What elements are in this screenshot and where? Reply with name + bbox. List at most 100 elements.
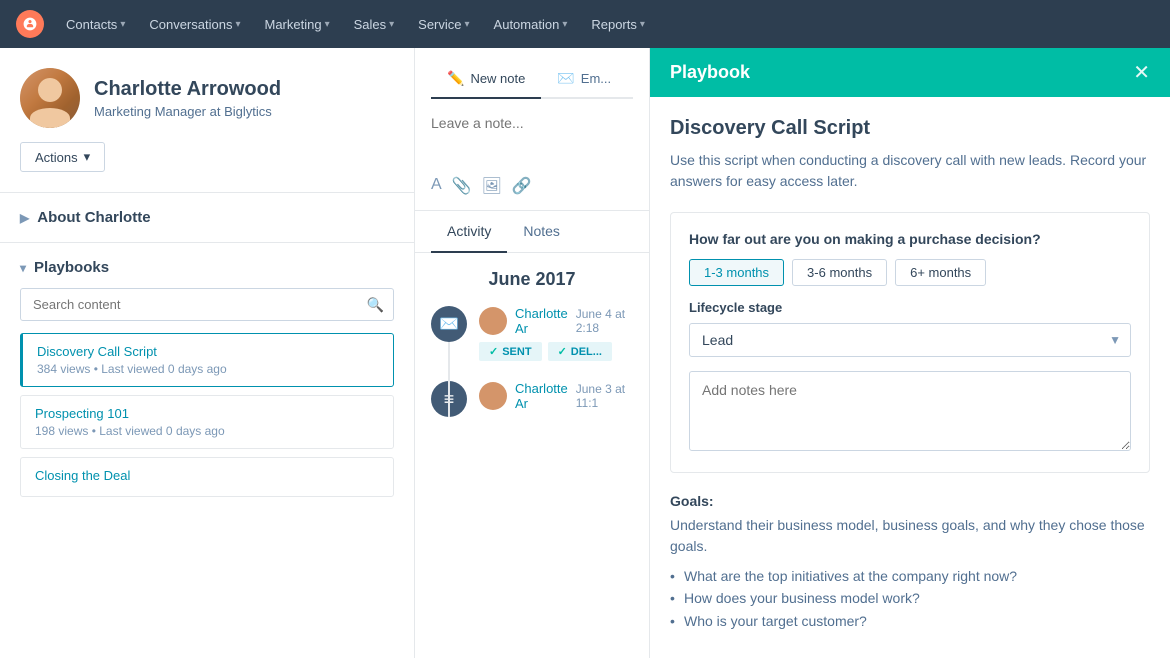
reports-chevron: ▾ [640, 19, 645, 30]
activity-feed: June 2017 ✉️ Charlotte Ar June 4 at 2:18 [415, 253, 649, 658]
contact-title: Marketing Manager at Biglytics [94, 104, 281, 119]
font-icon[interactable]: A [431, 176, 442, 196]
marketing-chevron: ▾ [325, 19, 330, 30]
link-icon[interactable]: 🔗 [512, 176, 532, 196]
option-6-plus-months[interactable]: 6+ months [895, 259, 986, 286]
nav-marketing[interactable]: Marketing ▾ [254, 13, 339, 36]
playbook-item-discovery[interactable]: Discovery Call Script 384 views • Last v… [20, 333, 394, 387]
lifecycle-label: Lifecycle stage [689, 300, 1131, 315]
contact-info: Charlotte Arrowood Marketing Manager at … [20, 68, 281, 128]
close-button[interactable]: ✕ [1133, 63, 1150, 83]
left-sidebar: Charlotte Arrowood Marketing Manager at … [0, 48, 415, 658]
image-icon[interactable]: 🖼 [482, 176, 502, 196]
search-icon: 🔍 [367, 296, 384, 313]
playbooks-section: ▾ Playbooks 🔍 Discovery Call Script 384 … [0, 243, 414, 521]
playbook-panel-title: Playbook [670, 62, 750, 83]
actions-button[interactable]: Actions ▾ [20, 142, 105, 172]
lifecycle-select-wrapper: Lead Marketing Qualified Lead Sales Qual… [689, 323, 1131, 357]
check-icon: ✓ [558, 345, 567, 358]
top-navigation: Contacts ▾ Conversations ▾ Marketing ▾ S… [0, 0, 1170, 48]
tab-new-note[interactable]: ✏️ New note [431, 60, 541, 99]
activity-content: Charlotte Ar June 3 at 11:1 [479, 381, 633, 411]
search-input[interactable] [20, 288, 394, 321]
about-chevron-icon: ▶ [20, 211, 29, 225]
activity-badges: ✓ SENT ✓ DEL... [479, 342, 633, 361]
goals-section: Goals: Understand their business model, … [670, 493, 1150, 632]
playbook-item-prospecting[interactable]: Prospecting 101 198 views • Last viewed … [20, 395, 394, 449]
sales-chevron: ▾ [389, 19, 394, 30]
script-title: Discovery Call Script [670, 117, 1150, 140]
activity-time: June 3 at 11:1 [576, 382, 633, 410]
activity-tabs: Activity Notes [415, 211, 649, 253]
timeline: ✉️ Charlotte Ar June 4 at 2:18 ✓ SENT [431, 306, 633, 417]
playbook-panel-header: Playbook ✕ [650, 48, 1170, 97]
attachment-icon[interactable]: 📎 [452, 176, 472, 196]
about-section[interactable]: ▶ About Charlotte [0, 193, 414, 243]
contacts-chevron: ▾ [120, 19, 125, 30]
actions-chevron-icon: ▾ [84, 149, 91, 165]
avatar [20, 68, 80, 128]
note-toolbar: A 📎 🖼 🔗 [431, 170, 633, 202]
sent-badge: ✓ SENT [479, 342, 542, 361]
pencil-icon: ✏️ [447, 70, 464, 87]
search-box: 🔍 [20, 288, 394, 321]
email-icon: ✉️ [557, 70, 574, 87]
playbook-name: Discovery Call Script [37, 344, 379, 359]
contact-card: Charlotte Arrowood Marketing Manager at … [0, 48, 414, 193]
contact-details: Charlotte Arrowood Marketing Manager at … [94, 78, 281, 119]
playbook-panel-body: Discovery Call Script Use this script wh… [650, 97, 1170, 658]
tab-notes[interactable]: Notes [507, 211, 576, 253]
nav-contacts[interactable]: Contacts ▾ [56, 13, 135, 36]
activity-avatar [479, 382, 507, 410]
note-editor: ✏️ New note ✉️ Em... A 📎 🖼 🔗 [415, 48, 649, 211]
nav-reports[interactable]: Reports ▾ [581, 13, 655, 36]
activity-content: Charlotte Ar June 4 at 2:18 ✓ SENT ✓ DEL… [479, 306, 633, 361]
playbooks-header: ▾ Playbooks [20, 259, 394, 276]
center-panel: ✏️ New note ✉️ Em... A 📎 🖼 🔗 Activity [415, 48, 650, 658]
question-text: How far out are you on making a purchase… [689, 231, 1131, 247]
notes-textarea[interactable] [689, 371, 1131, 451]
nav-service[interactable]: Service ▾ [408, 13, 479, 36]
tab-email[interactable]: ✉️ Em... [541, 60, 627, 99]
option-3-6-months[interactable]: 3-6 months [792, 259, 887, 286]
note-tab-bar: ✏️ New note ✉️ Em... [431, 60, 633, 99]
activity-name[interactable]: Charlotte Ar [515, 306, 568, 336]
goal-item: Who is your target customer? [670, 610, 1150, 632]
playbook-name: Prospecting 101 [35, 406, 379, 421]
activity-item: ✉️ Charlotte Ar June 4 at 2:18 ✓ SENT [431, 306, 633, 361]
note-textarea[interactable] [431, 107, 633, 167]
playbook-panel: Playbook ✕ Discovery Call Script Use thi… [650, 48, 1170, 658]
playbooks-chevron-icon: ▾ [20, 261, 26, 275]
goals-title: Goals: [670, 493, 1150, 509]
script-desc: Use this script when conducting a discov… [670, 150, 1150, 192]
option-1-3-months[interactable]: 1-3 months [689, 259, 784, 286]
activity-avatar [479, 307, 507, 335]
contact-name: Charlotte Arrowood [94, 78, 281, 101]
playbooks-label: Playbooks [34, 259, 109, 276]
activity-time: June 4 at 2:18 [576, 307, 633, 335]
email-activity-icon: ✉️ [431, 306, 467, 342]
playbook-name: Closing the Deal [35, 468, 379, 483]
goal-item: What are the top initiatives at the comp… [670, 565, 1150, 587]
lifecycle-select[interactable]: Lead Marketing Qualified Lead Sales Qual… [689, 323, 1131, 357]
goals-desc: Understand their business model, busines… [670, 515, 1150, 557]
nav-automation[interactable]: Automation ▾ [484, 13, 578, 36]
check-icon: ✓ [489, 345, 498, 358]
hubspot-logo[interactable] [16, 10, 44, 38]
option-buttons: 1-3 months 3-6 months 6+ months [689, 259, 1131, 286]
month-header: June 2017 [431, 269, 633, 290]
note-activity-icon: ≡ [431, 381, 467, 417]
playbook-meta: 198 views • Last viewed 0 days ago [35, 424, 379, 438]
tab-activity[interactable]: Activity [431, 211, 507, 253]
activity-item: ≡ Charlotte Ar June 3 at 11:1 [431, 381, 633, 417]
nav-conversations[interactable]: Conversations ▾ [139, 13, 250, 36]
question-card: How far out are you on making a purchase… [670, 212, 1150, 473]
conversations-chevron: ▾ [235, 19, 240, 30]
activity-name[interactable]: Charlotte Ar [515, 381, 568, 411]
nav-sales[interactable]: Sales ▾ [344, 13, 405, 36]
service-chevron: ▾ [465, 19, 470, 30]
playbook-meta: 384 views • Last viewed 0 days ago [37, 362, 379, 376]
about-label: About Charlotte [37, 209, 150, 226]
playbook-item-closing[interactable]: Closing the Deal [20, 457, 394, 497]
goal-item: How does your business model work? [670, 587, 1150, 609]
